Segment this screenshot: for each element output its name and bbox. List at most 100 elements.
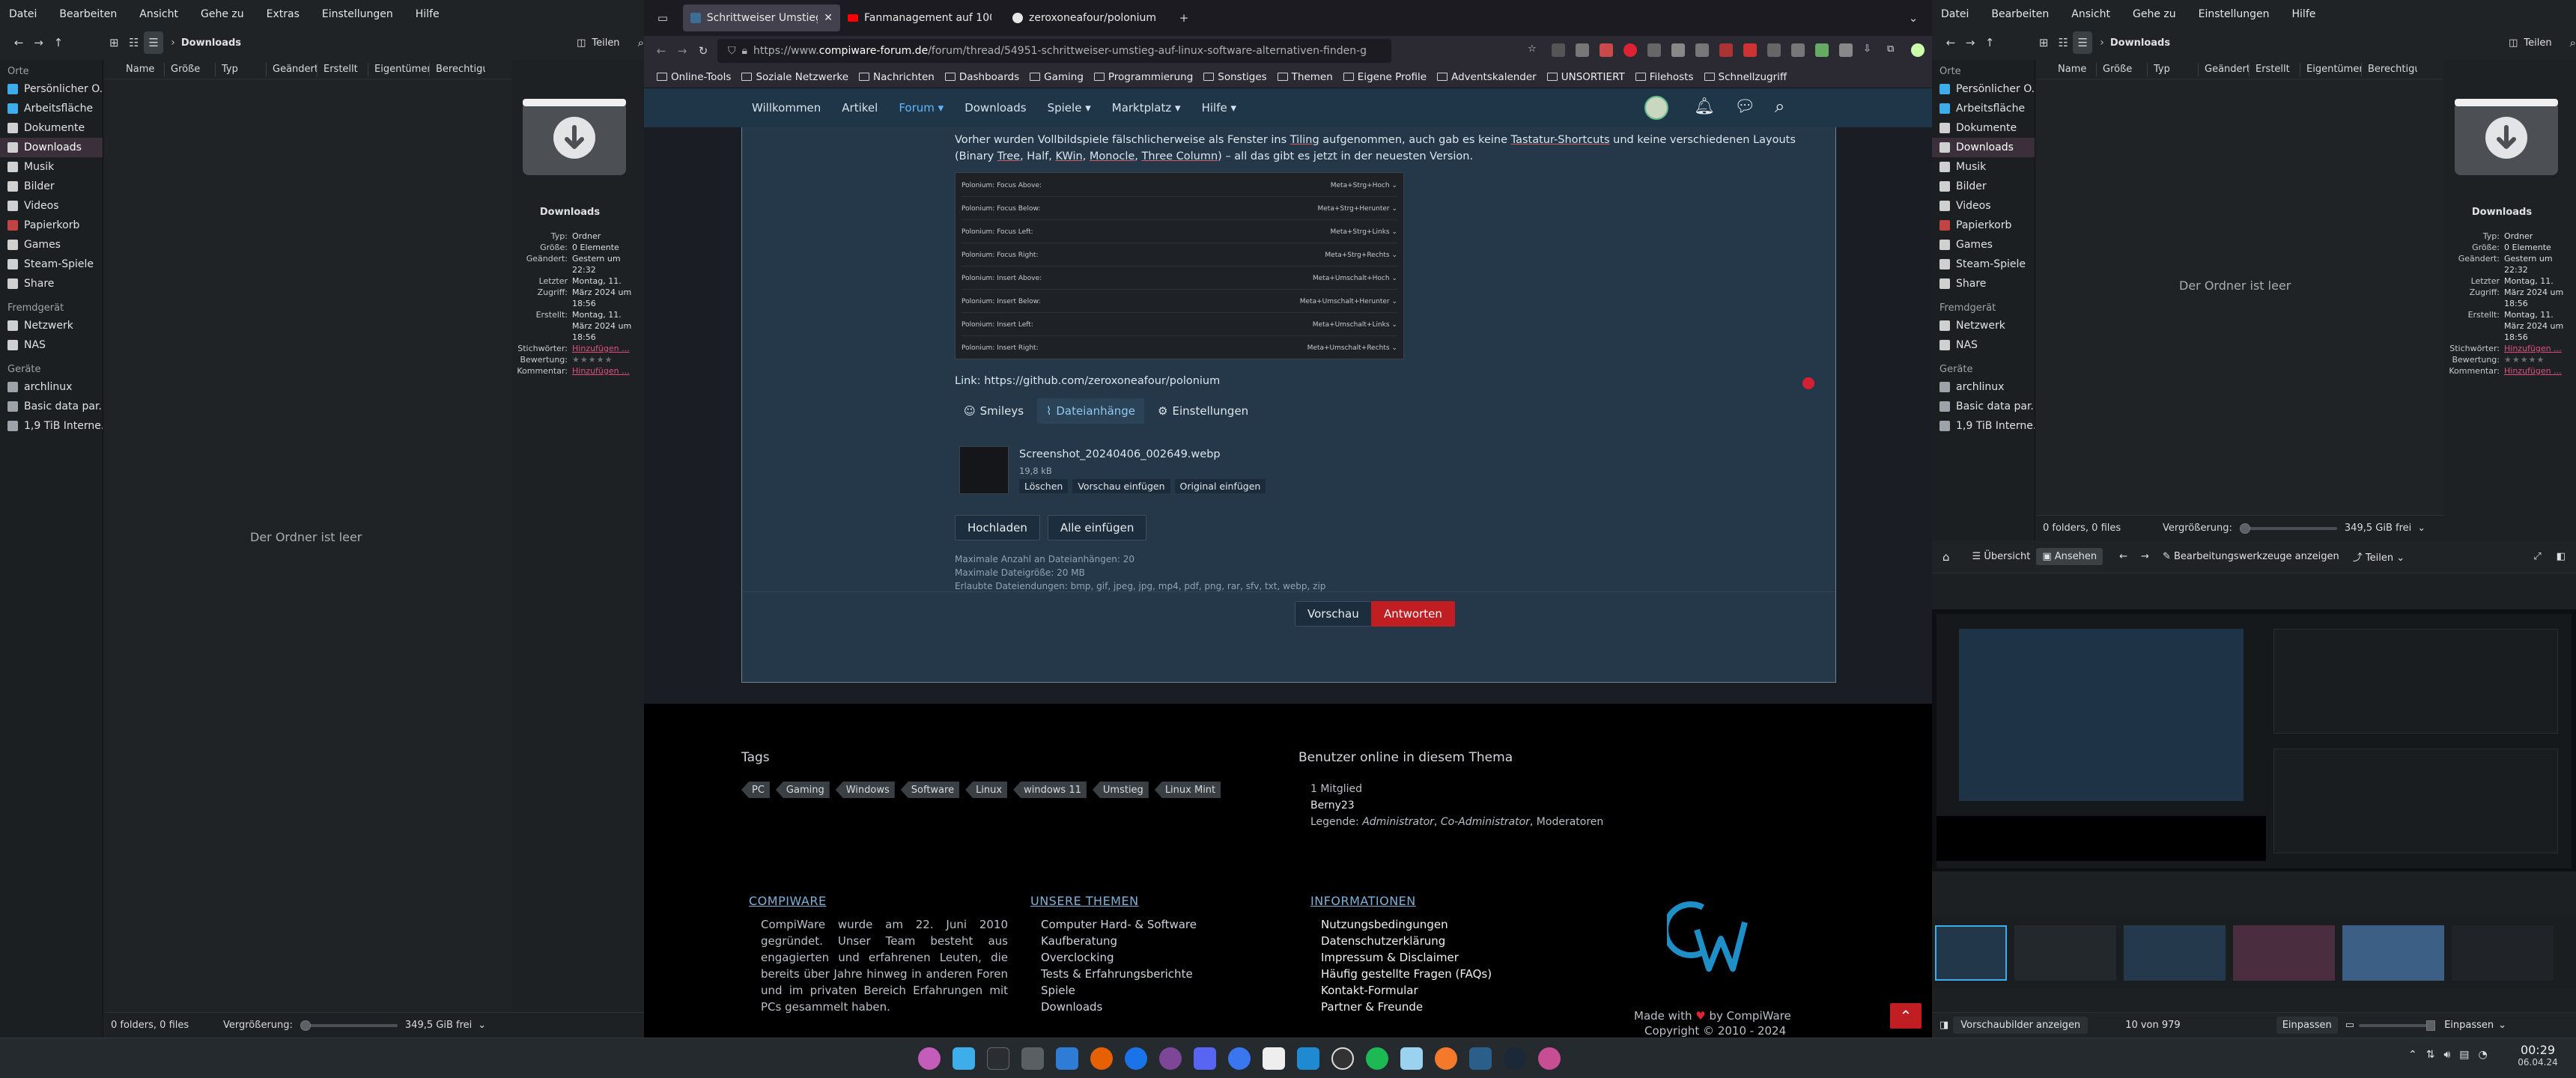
tab-attachments[interactable]: ⌇ Dateianhänge bbox=[1037, 398, 1145, 424]
search-icon[interactable]: ⌕ bbox=[1775, 96, 1784, 117]
prev-image-icon[interactable]: ← bbox=[2119, 551, 2127, 562]
menu-bearbeiten[interactable]: Bearbeiten bbox=[59, 8, 117, 20]
menu-einstellungen[interactable]: Einstellungen bbox=[322, 8, 393, 20]
reload-icon[interactable]: ↻ bbox=[692, 40, 714, 62]
bookmark-folder[interactable]: Online-Tools bbox=[651, 71, 736, 83]
extension-icon[interactable] bbox=[1791, 43, 1805, 57]
search-icon[interactable]: ⌕ bbox=[2570, 36, 2576, 49]
bookmark-folder[interactable]: Adventskalender bbox=[1432, 71, 1542, 83]
rating-stars[interactable]: ★★★★★ bbox=[2504, 354, 2545, 365]
account-icon[interactable] bbox=[1911, 43, 1925, 57]
zoom-slider[interactable] bbox=[2239, 523, 2337, 534]
footer-link[interactable]: Computer Hard- & Software bbox=[1041, 916, 1197, 933]
insert-original-button[interactable]: Original einfügen bbox=[1174, 479, 1266, 493]
col-modified[interactable]: Geändert bbox=[2199, 62, 2250, 76]
menu-ansicht[interactable]: Ansicht bbox=[2071, 8, 2110, 20]
compact-view-icon[interactable]: ☷ bbox=[124, 31, 144, 54]
extension-icon[interactable] bbox=[1767, 43, 1781, 57]
new-tab-icon[interactable]: + bbox=[1173, 7, 1195, 29]
add-comment-link[interactable]: Hinzufügen ... bbox=[572, 365, 630, 377]
zoom-out-icon[interactable]: ▭ bbox=[2345, 1020, 2354, 1031]
nav-marktplatz[interactable]: Marktplatz ▾ bbox=[1102, 101, 1191, 115]
place-share[interactable]: Share bbox=[0, 274, 103, 293]
extension-icon[interactable] bbox=[1671, 43, 1685, 57]
add-tags-link[interactable]: Hinzufügen ... bbox=[572, 343, 630, 354]
compact-view-icon[interactable]: ☷ bbox=[2053, 31, 2073, 54]
menu-extras[interactable]: Extras bbox=[267, 8, 300, 20]
col-name[interactable]: Name bbox=[105, 62, 165, 76]
tor-browser-icon[interactable] bbox=[1159, 1047, 1182, 1070]
menu-gehe-zu[interactable]: Gehe zu bbox=[201, 8, 244, 20]
extension-icon[interactable] bbox=[1695, 43, 1709, 57]
bookmark-folder[interactable]: Gaming bbox=[1024, 71, 1089, 83]
extension-badge-icon[interactable] bbox=[1600, 43, 1613, 57]
footer-link[interactable]: Impressum & Disclaimer bbox=[1321, 949, 1492, 966]
breadcrumb-downloads[interactable]: Downloads bbox=[2110, 37, 2170, 49]
nav-spiele[interactable]: Spiele ▾ bbox=[1037, 101, 1102, 115]
footer-link[interactable]: Downloads bbox=[1041, 999, 1197, 1015]
extension-icon[interactable] bbox=[1623, 43, 1637, 57]
thumbnail[interactable] bbox=[2124, 925, 2226, 981]
tab-forum[interactable]: Schrittweiser Umstieg auf ✕ bbox=[683, 4, 840, 31]
next-image-icon[interactable]: → bbox=[2141, 551, 2149, 562]
back-icon[interactable]: ← bbox=[650, 40, 672, 62]
col-created[interactable]: Erstellt bbox=[318, 62, 368, 76]
fit-button[interactable]: Einpassen bbox=[2276, 1017, 2338, 1034]
back-arrow-icon[interactable]: ← bbox=[9, 31, 28, 54]
col-owner[interactable]: Eigentümer bbox=[368, 62, 430, 76]
share-button[interactable]: Teilen bbox=[2524, 37, 2551, 49]
extension-icon[interactable] bbox=[1839, 43, 1853, 57]
bookmark-folder[interactable]: Dashboards bbox=[940, 71, 1024, 83]
place-downloads[interactable]: Downloads bbox=[0, 138, 103, 157]
col-permissions[interactable]: Berechtigu bbox=[430, 63, 485, 76]
device-basic-data[interactable]: Basic data par... bbox=[0, 397, 103, 416]
col-owner[interactable]: Eigentümer bbox=[2300, 62, 2362, 76]
menu-ansicht[interactable]: Ansicht bbox=[139, 8, 178, 20]
footer-link[interactable]: Kaufberatung bbox=[1041, 933, 1197, 949]
tab-fanmanagement[interactable]: Fanmanagement auf 100 : bbox=[840, 4, 1005, 31]
close-tab-icon[interactable]: ✕ bbox=[824, 12, 833, 24]
network-tray-icon[interactable]: ⇅ bbox=[2426, 1049, 2435, 1061]
place-music[interactable]: Musik bbox=[0, 157, 103, 177]
extension-icon[interactable] bbox=[1552, 43, 1565, 57]
place-network[interactable]: Netzwerk bbox=[0, 316, 103, 335]
lutris-icon[interactable] bbox=[1538, 1047, 1561, 1070]
menu-datei[interactable]: Datei bbox=[1941, 8, 1969, 20]
tag-chip[interactable]: Software bbox=[900, 782, 960, 798]
col-size[interactable]: Größe bbox=[2097, 62, 2148, 76]
bookmark-folder[interactable]: Filehosts bbox=[1630, 71, 1699, 83]
view-button[interactable]: ▣ Ansehen bbox=[2036, 548, 2103, 565]
nav-forum[interactable]: Forum ▾ bbox=[888, 101, 954, 115]
url-bar[interactable]: ⛉ 🔒︎ https://www.compiware-forum.de/foru… bbox=[717, 39, 1391, 63]
clipboard-icon[interactable]: ▤ bbox=[2459, 1049, 2469, 1061]
col-type[interactable]: Typ bbox=[2148, 62, 2199, 76]
bell-icon[interactable]: 🔔︎ bbox=[1694, 97, 1715, 116]
place-steam[interactable]: Steam-Spiele bbox=[1932, 255, 2035, 274]
place-games[interactable]: Games bbox=[0, 235, 103, 255]
bookmark-folder[interactable]: UNSORTIERT bbox=[1542, 71, 1630, 83]
steam-icon[interactable] bbox=[1504, 1047, 1526, 1070]
col-type[interactable]: Typ bbox=[216, 62, 267, 76]
tray-expand-icon[interactable]: ⌃ bbox=[2408, 1049, 2417, 1061]
insert-preview-button[interactable]: Vorschau einfügen bbox=[1072, 479, 1170, 493]
tab-smileys[interactable]: ☺ Smileys bbox=[955, 398, 1033, 424]
thunderbird-icon[interactable] bbox=[1125, 1047, 1147, 1070]
free-space[interactable]: 349,5 GiB frei bbox=[2345, 523, 2411, 534]
col-size[interactable]: Größe bbox=[165, 62, 216, 76]
user-avatar[interactable] bbox=[1644, 96, 1668, 120]
place-home[interactable]: Persönlicher O... bbox=[1932, 79, 2035, 99]
details-view-icon[interactable]: ☰ bbox=[2073, 31, 2093, 54]
place-pictures[interactable]: Bilder bbox=[1932, 177, 2035, 196]
search-icon[interactable]: ⌕ bbox=[638, 36, 644, 49]
place-videos[interactable]: Videos bbox=[1932, 196, 2035, 216]
attachment-filename[interactable]: Screenshot_20240406_002649.webp bbox=[1019, 446, 1221, 463]
col-created[interactable]: Erstellt bbox=[2250, 62, 2300, 76]
spotify-icon[interactable] bbox=[1366, 1047, 1388, 1070]
extension-icon[interactable] bbox=[1743, 43, 1757, 57]
place-steam[interactable]: Steam-Spiele bbox=[0, 255, 103, 274]
place-trash[interactable]: Papierkorb bbox=[0, 216, 103, 235]
volume-icon[interactable]: 🔊︎ bbox=[2443, 1049, 2450, 1061]
tab-list-icon[interactable]: ▭ bbox=[651, 7, 674, 29]
forward-arrow-icon[interactable]: → bbox=[1960, 31, 1980, 54]
device-internal[interactable]: 1,9 TiB Interne... bbox=[1932, 416, 2035, 436]
